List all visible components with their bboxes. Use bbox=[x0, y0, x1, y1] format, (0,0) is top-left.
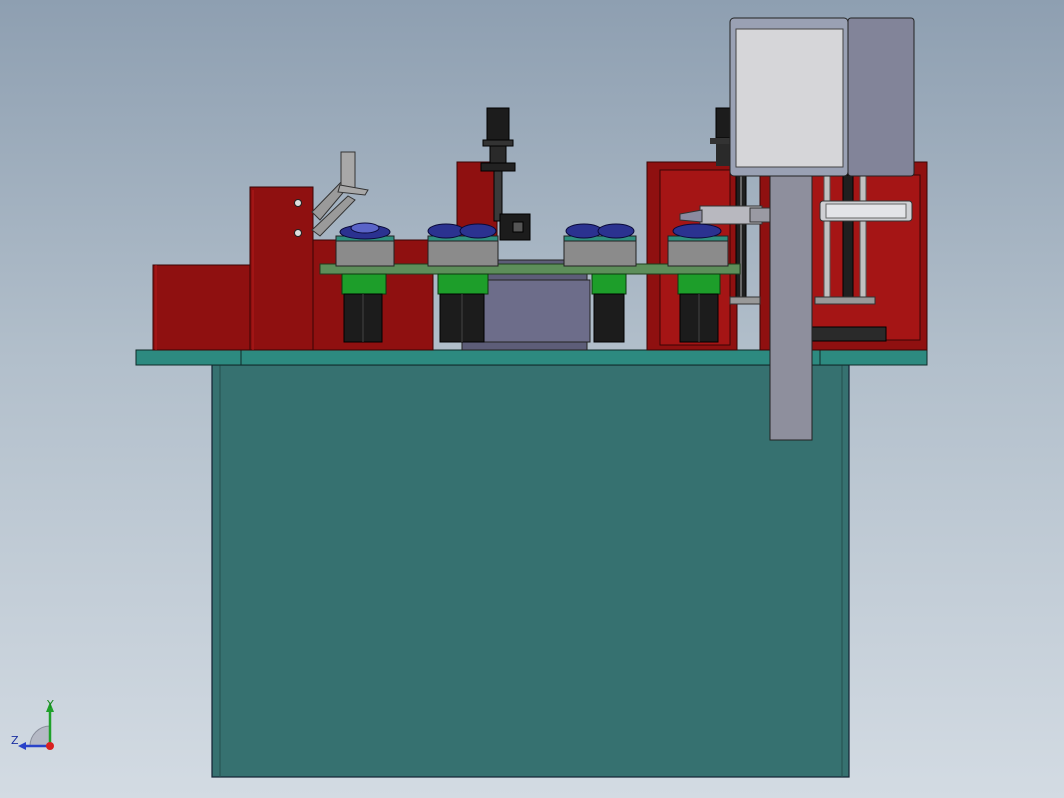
base-cabinet bbox=[211, 364, 850, 778]
triad-y-label: Y bbox=[46, 698, 54, 711]
cad-viewport[interactable]: Y Z bbox=[0, 0, 1064, 798]
machine-assembly-model: Y Z bbox=[11, 17, 928, 778]
triad-z-label: Z bbox=[11, 734, 19, 747]
